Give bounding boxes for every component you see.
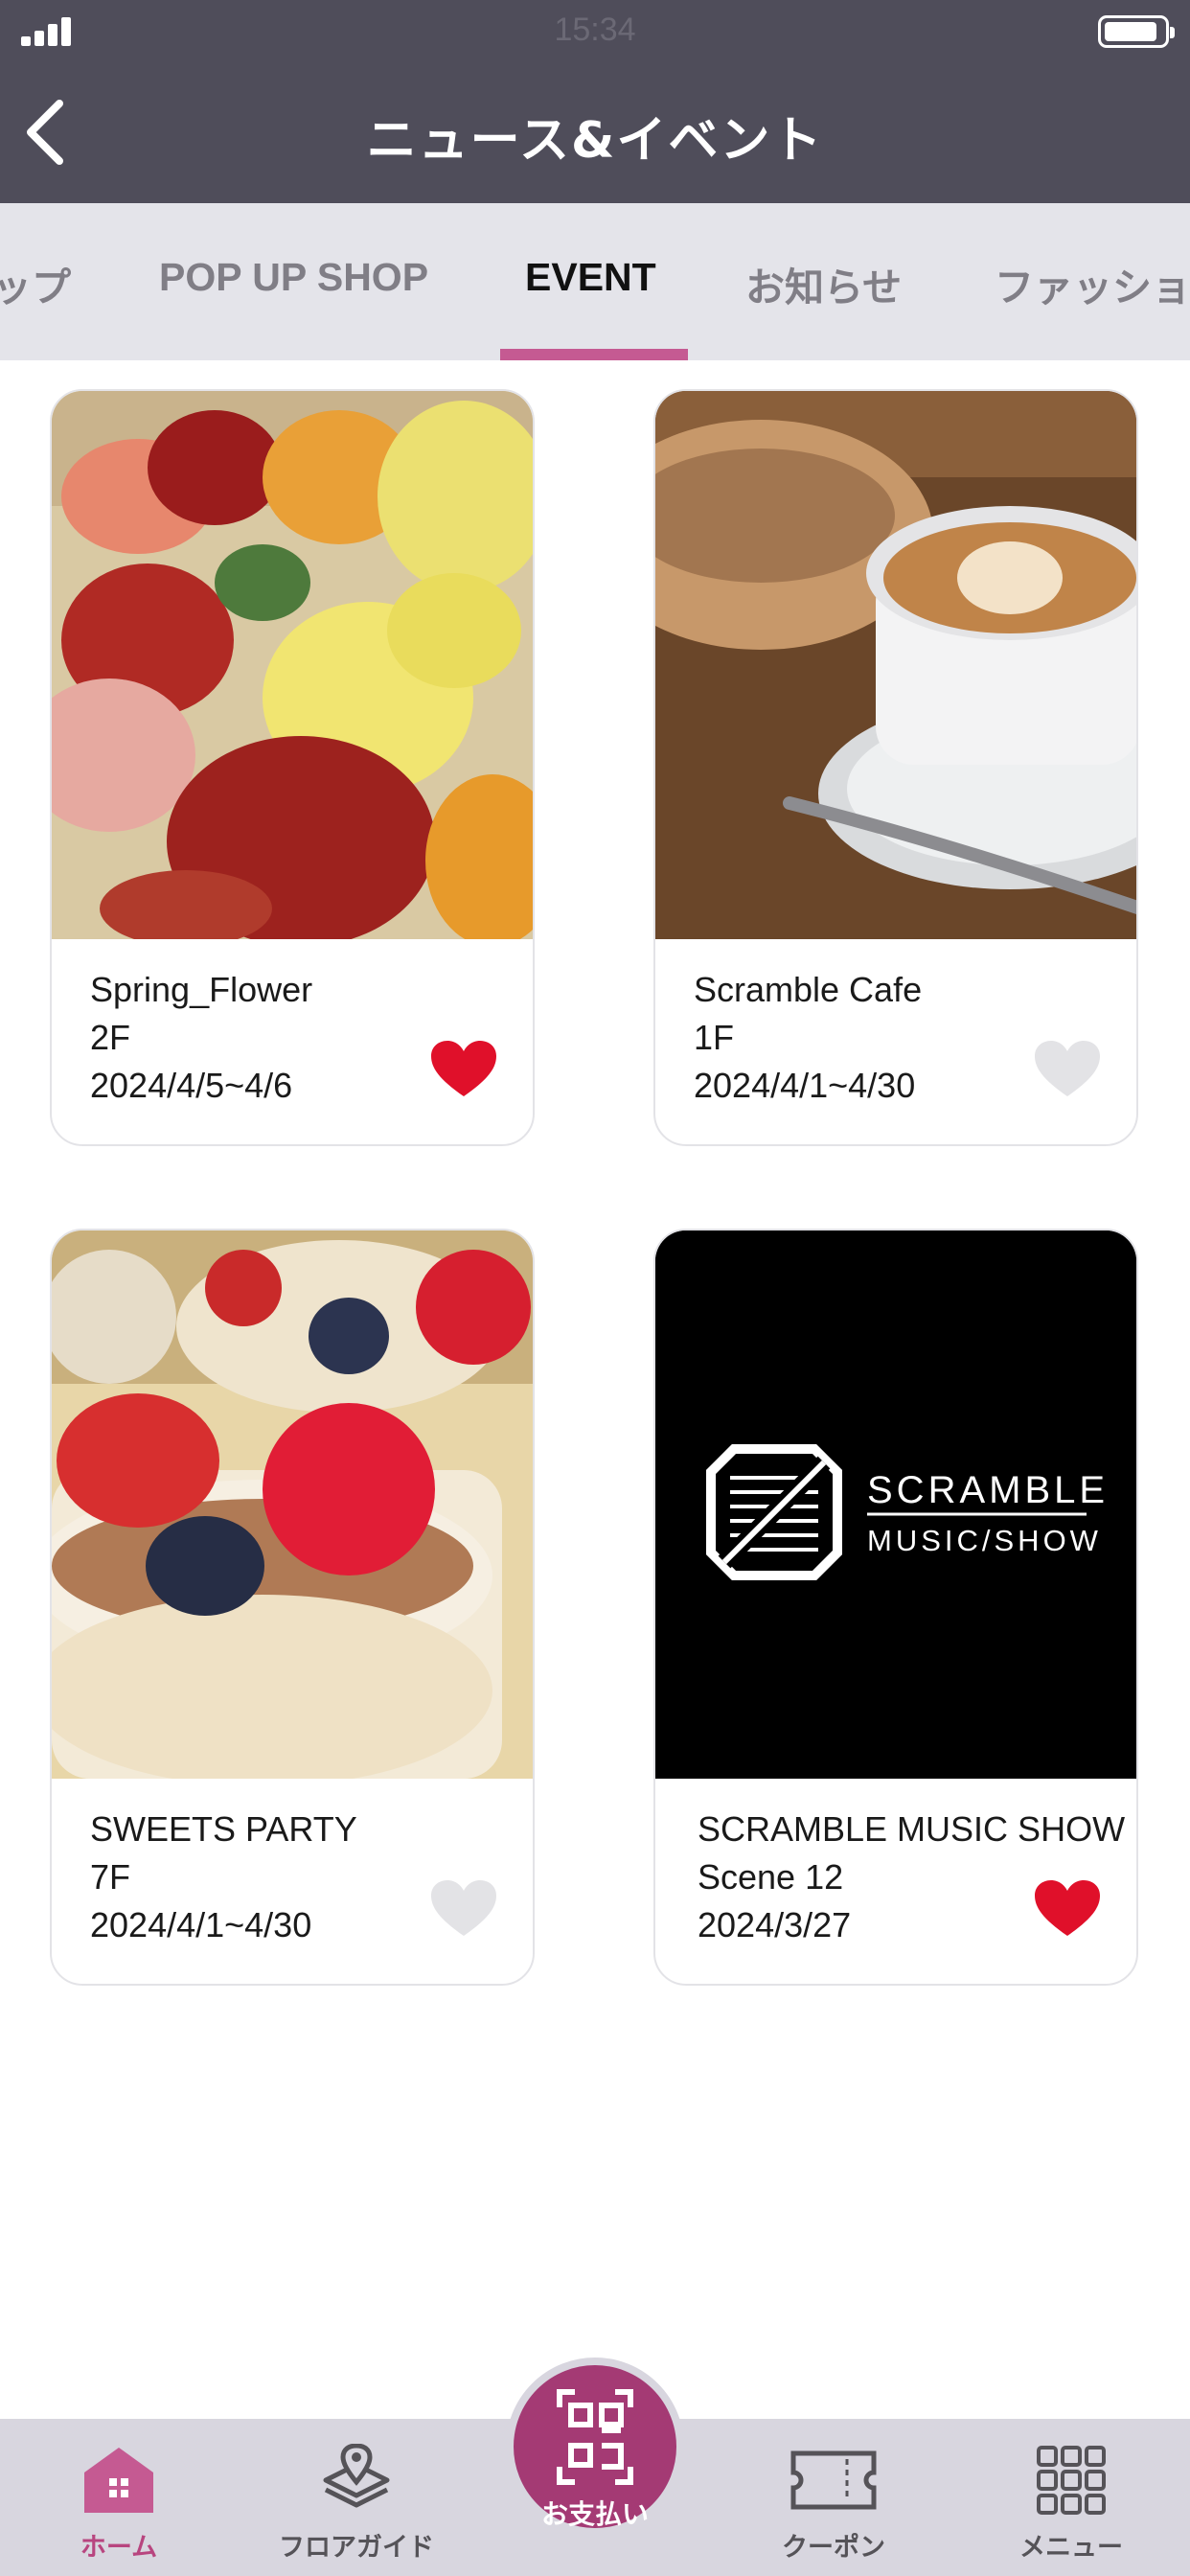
battery-icon (1098, 15, 1175, 48)
event-card[interactable]: Spring_Flower 2F 2024/4/5~4/6 (50, 389, 535, 1146)
nav-coupon-label: クーポン (782, 2533, 885, 2563)
home-icon (84, 2448, 153, 2513)
event-image-music-show: SCRAMBLE MUSIC/SHOW (655, 1230, 1136, 1779)
event-floor: 2F (90, 1018, 131, 1057)
pay-button-label: お支払い (540, 2498, 649, 2530)
grid-menu-icon (1037, 2446, 1106, 2515)
heart-icon[interactable] (429, 1878, 498, 1938)
page-title: ニュース&イベント (366, 112, 824, 170)
nav-floor-guide[interactable]: フロアガイド (261, 2443, 452, 2564)
status-time: 15:34 (554, 12, 636, 48)
event-info: SWEETS PARTY 7F 2024/4/1~4/30 (90, 1806, 357, 1949)
nav-coupon[interactable]: クーポン (738, 2444, 929, 2564)
category-tabs: ップ POP UP SHOP EVENT お知らせ ファッショ (0, 203, 1190, 360)
logo-text-line1: SCRAMBLE (867, 1469, 1109, 1511)
event-title: SCRAMBLE MUSIC SHOW (698, 1809, 1126, 1849)
nav-menu-label: メニュー (1019, 2533, 1123, 2563)
pay-button[interactable]: お支払い (506, 2358, 684, 2536)
event-image-cafe (655, 391, 1136, 939)
logo-text-line2: MUSIC/SHOW (867, 1524, 1102, 1557)
app-header: 15:34 ニュース&イベント (0, 0, 1190, 203)
status-bar: 15:34 (0, 0, 1190, 61)
event-info: Spring_Flower 2F 2024/4/5~4/6 (90, 966, 312, 1110)
event-title: SWEETS PARTY (90, 1809, 357, 1849)
event-date: 2024/4/1~4/30 (90, 1905, 312, 1944)
tab-event[interactable]: EVENT (525, 255, 656, 300)
map-pin-layers-icon (323, 2443, 390, 2508)
nav-home-label: ホーム (80, 2533, 158, 2563)
event-info: Scramble Cafe 1F 2024/4/1~4/30 (694, 966, 922, 1110)
event-card[interactable]: SWEETS PARTY 7F 2024/4/1~4/30 (50, 1229, 535, 1986)
tab-news[interactable]: お知らせ (745, 255, 902, 312)
heart-icon[interactable] (1033, 1039, 1102, 1098)
event-floor: 1F (694, 1018, 735, 1057)
heart-icon[interactable] (429, 1039, 498, 1098)
active-tab-indicator (500, 349, 688, 360)
tab-pop-up-shop[interactable]: POP UP SHOP (159, 255, 428, 300)
event-image-sweets (52, 1230, 533, 1779)
event-date: 2024/4/1~4/30 (694, 1066, 916, 1105)
ticket-icon (790, 2450, 877, 2510)
nav-home[interactable]: ホーム (23, 2444, 215, 2564)
event-title: Spring_Flower (90, 970, 313, 1009)
event-title: Scramble Cafe (694, 970, 923, 1009)
tab-shop[interactable]: ップ (0, 255, 71, 312)
event-card[interactable]: Scramble Cafe 1F 2024/4/1~4/30 (653, 389, 1138, 1146)
event-card[interactable]: SCRAMBLE MUSIC/SHOW SCRAMBLE MUSIC SHOW … (653, 1229, 1138, 1986)
qr-scan-icon (557, 2389, 633, 2485)
event-image-flowers (52, 391, 533, 939)
tab-fashion[interactable]: ファッショ (995, 255, 1190, 312)
heart-icon[interactable] (1033, 1878, 1102, 1938)
event-date: 2024/4/5~4/6 (90, 1066, 293, 1105)
nav-floor-guide-label: フロアガイド (279, 2533, 434, 2563)
event-floor: 7F (90, 1857, 131, 1897)
nav-menu[interactable]: メニュー (975, 2444, 1167, 2564)
